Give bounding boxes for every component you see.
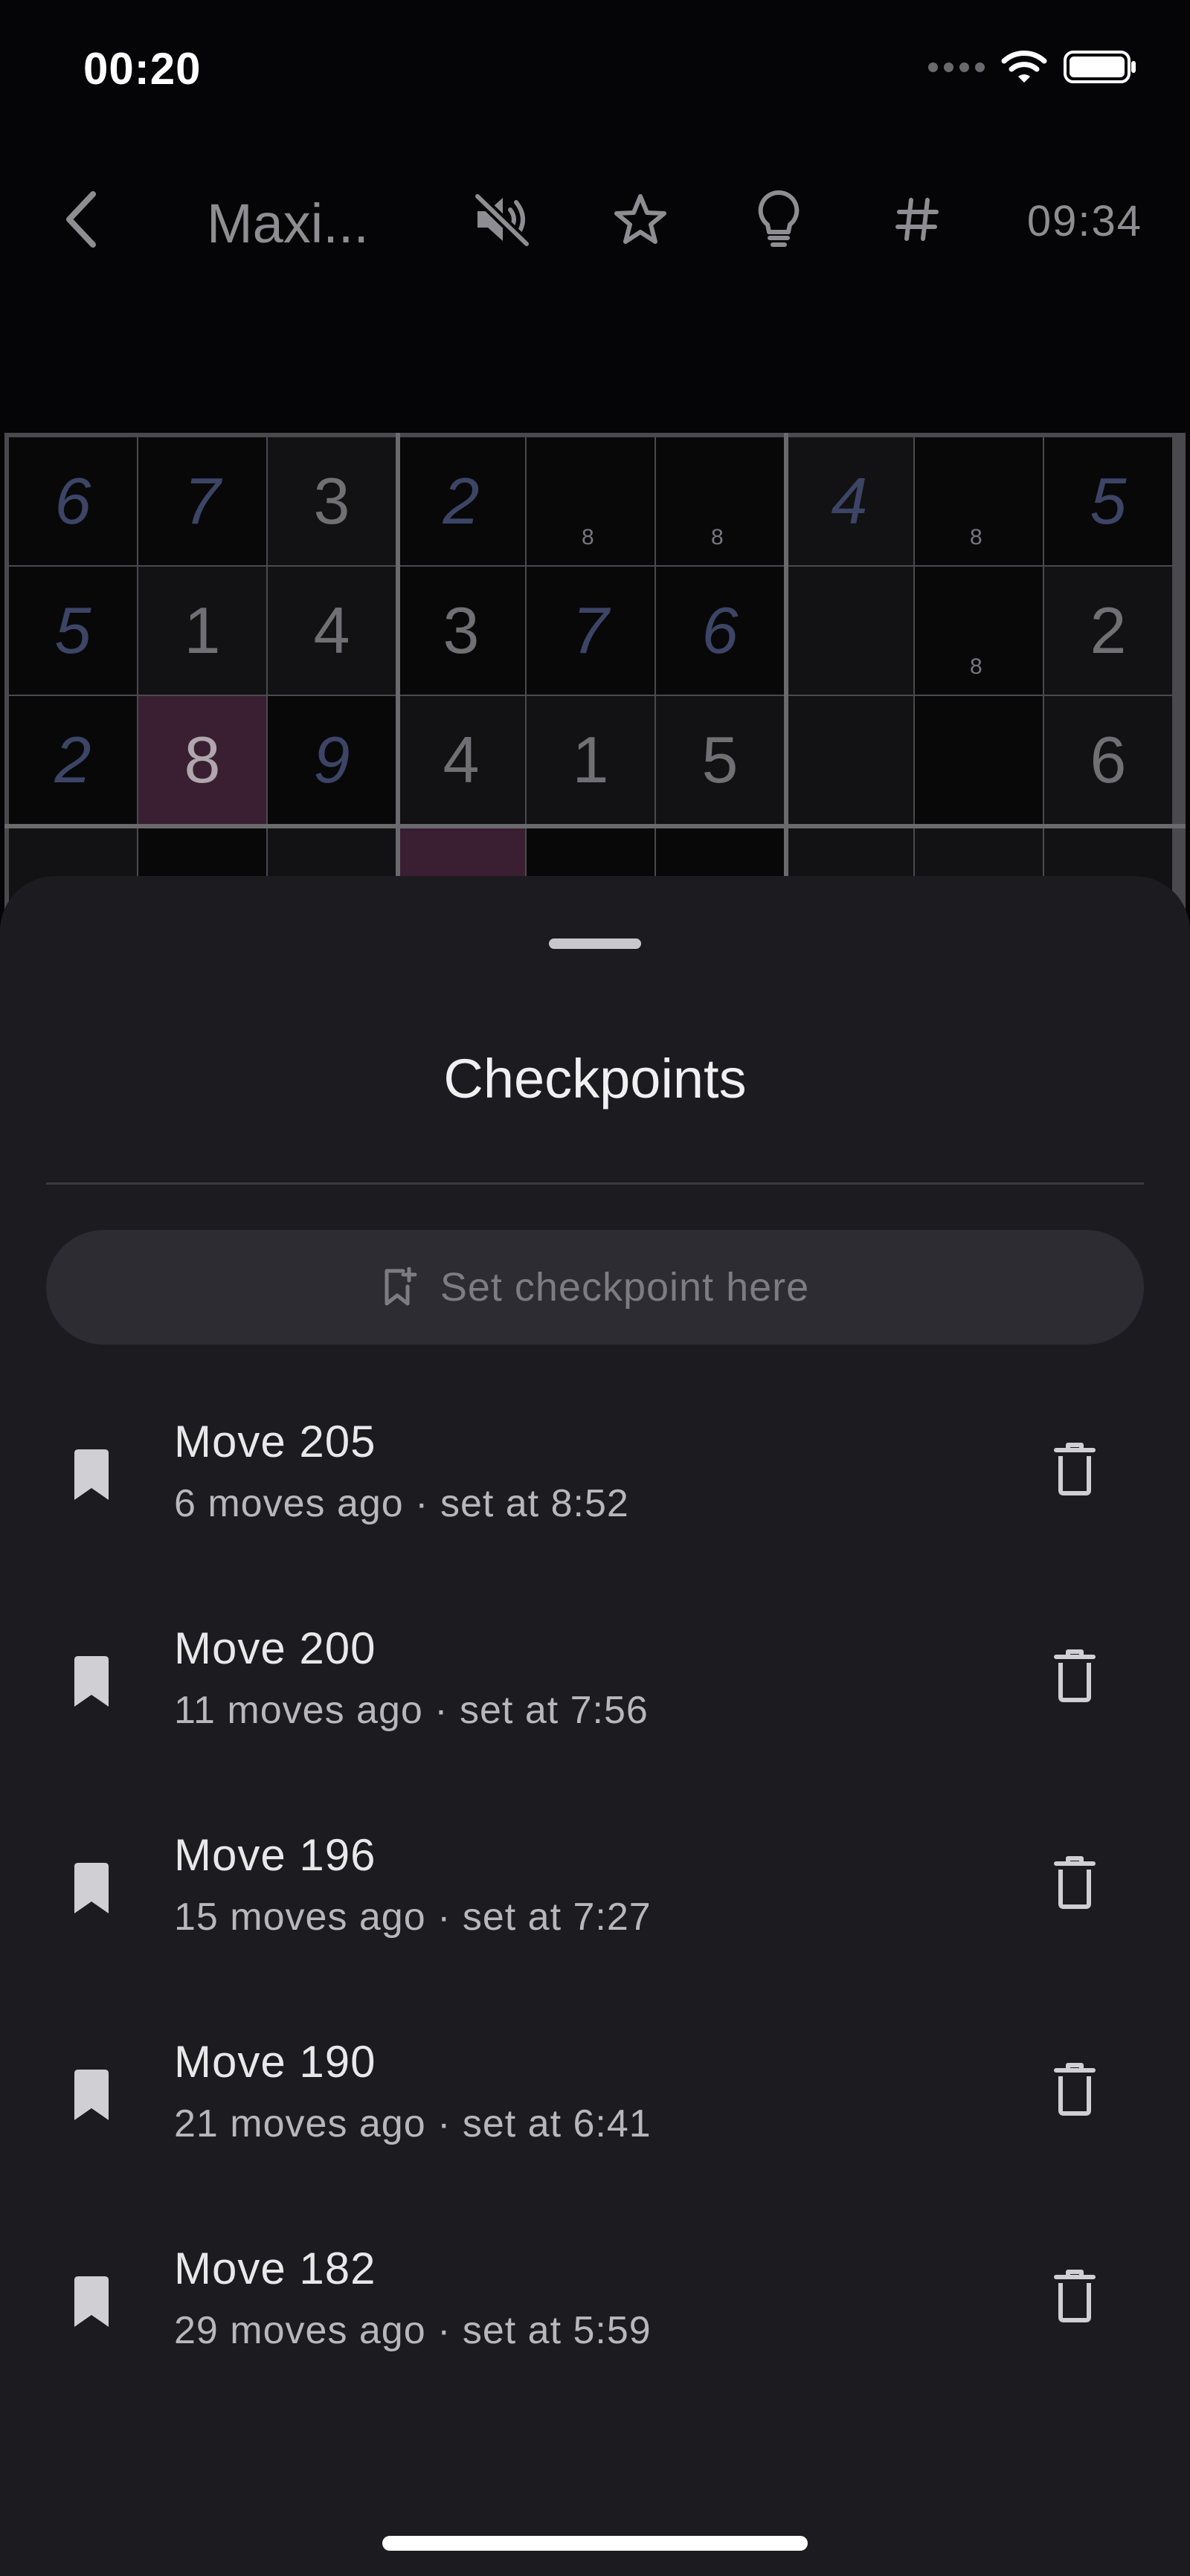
board-cell[interactable]: 8 xyxy=(656,437,784,565)
checkpoint-name: Move 200 xyxy=(174,1623,376,1673)
board-cell[interactable]: 5 xyxy=(1044,437,1172,565)
checkpoint-item[interactable]: Move 190 21 moves ago · set at 6:41 xyxy=(0,2008,1190,2215)
hash-icon xyxy=(895,198,939,241)
board-cell[interactable]: 8 xyxy=(915,567,1043,695)
trash-icon xyxy=(1054,1443,1096,1495)
checkpoint-meta: 11 moves ago · set at 7:56 xyxy=(174,1689,649,1732)
status-bar: 00:20 xyxy=(0,0,1190,141)
hint-button[interactable] xyxy=(738,171,820,268)
divider xyxy=(46,1182,1144,1185)
bookmark-icon xyxy=(74,1449,109,1500)
board-cell[interactable]: 1 xyxy=(138,567,266,695)
sheet-drag-handle[interactable] xyxy=(549,938,641,949)
trash-icon xyxy=(1054,1856,1096,1909)
home-indicator[interactable] xyxy=(382,2536,808,2551)
delete-checkpoint-button[interactable] xyxy=(1041,1428,1108,1510)
selected-board-cell[interactable]: 8 xyxy=(138,696,266,824)
board-cell[interactable]: 6 xyxy=(1044,696,1172,824)
checkpoint-item[interactable]: Move 196 15 moves ago · set at 7:27 xyxy=(0,1801,1190,2008)
candidate-note: 8 xyxy=(582,525,594,550)
volume-off-icon xyxy=(473,192,531,247)
trash-icon xyxy=(1054,1649,1096,1702)
delete-checkpoint-button[interactable] xyxy=(1041,2048,1108,2130)
bookmark-icon xyxy=(74,2070,109,2120)
board-cell[interactable] xyxy=(915,696,1043,824)
checkpoint-meta: 21 moves ago · set at 6:41 xyxy=(174,2102,652,2145)
trash-icon xyxy=(1054,2270,1096,2322)
checkpoint-list: Move 205 6 moves ago · set at 8:52 Move … xyxy=(0,1388,1190,2421)
board-cell[interactable]: 7 xyxy=(527,567,654,695)
set-checkpoint-label: Set checkpoint here xyxy=(440,1265,810,1310)
notes-button[interactable] xyxy=(876,171,958,268)
checkpoint-meta: 15 moves ago · set at 7:27 xyxy=(174,1896,652,1939)
checkpoint-name: Move 182 xyxy=(174,2244,376,2293)
app-bar: Maxi... 09:34 xyxy=(0,171,1190,268)
checkpoint-name: Move 190 xyxy=(174,2037,376,2087)
wifi-icon xyxy=(1001,51,1047,83)
board-frame: 6 7 3 2 8 8 4 8 5 5 1 4 3 7 6 8 2 2 8 9 … xyxy=(4,433,1186,953)
board-cell[interactable]: 6 xyxy=(656,567,784,695)
board-cell[interactable]: 5 xyxy=(656,696,784,824)
checkpoint-item[interactable]: Move 205 6 moves ago · set at 8:52 xyxy=(0,1388,1190,1594)
cellular-signal-icon xyxy=(928,62,985,72)
checkpoint-name: Move 205 xyxy=(174,1417,376,1466)
checkpoint-meta: 6 moves ago · set at 8:52 xyxy=(174,1482,629,1525)
battery-icon xyxy=(1064,51,1136,83)
bookmark-icon xyxy=(74,2276,109,2327)
candidate-note: 8 xyxy=(711,525,724,550)
board-cell[interactable]: 6 xyxy=(9,437,137,565)
puzzle-title: Maxi... xyxy=(207,193,369,254)
bookmark-add-icon xyxy=(385,1267,417,1306)
sudoku-board: 6 7 3 2 8 8 4 8 5 5 1 4 3 7 6 8 2 2 8 9 … xyxy=(0,433,1190,953)
delete-checkpoint-button[interactable] xyxy=(1041,2255,1108,2337)
board-cell[interactable]: 2 xyxy=(9,696,137,824)
checkpoint-item[interactable]: Move 182 29 moves ago · set at 5:59 xyxy=(0,2215,1190,2421)
board-cell[interactable]: 2 xyxy=(397,437,525,565)
board-cell[interactable]: 3 xyxy=(268,437,396,565)
board-cell[interactable]: 4 xyxy=(397,696,525,824)
favorite-button[interactable] xyxy=(599,171,681,268)
board-cell[interactable]: 4 xyxy=(268,567,396,695)
box-divider xyxy=(784,433,788,953)
mute-button[interactable] xyxy=(461,171,543,268)
board-cell[interactable]: 1 xyxy=(527,696,654,824)
trash-icon xyxy=(1054,2063,1096,2116)
sheet-title: Checkpoints xyxy=(443,1048,747,1110)
board-cell[interactable]: 2 xyxy=(1044,567,1172,695)
candidate-note: 8 xyxy=(970,525,982,550)
board-cell[interactable]: 9 xyxy=(268,696,396,824)
lightbulb-icon xyxy=(758,190,800,247)
board-cell[interactable]: 3 xyxy=(397,567,525,695)
bookmark-icon xyxy=(74,1656,109,1707)
checkpoint-name: Move 196 xyxy=(174,1830,376,1880)
checkpoints-sheet: Checkpoints Set checkpoint here Move 205… xyxy=(0,876,1190,2576)
board-cell[interactable]: 4 xyxy=(785,437,913,565)
box-divider xyxy=(396,433,400,953)
board-cell[interactable]: 7 xyxy=(138,437,266,565)
status-time: 00:20 xyxy=(83,44,202,94)
board-cell[interactable]: 8 xyxy=(915,437,1043,565)
game-timer: 09:34 xyxy=(1026,197,1142,245)
checkpoint-item[interactable]: Move 200 11 moves ago · set at 7:56 xyxy=(0,1594,1190,1801)
board-cell[interactable]: 8 xyxy=(527,437,654,565)
set-checkpoint-button[interactable]: Set checkpoint here xyxy=(46,1230,1144,1345)
status-icons xyxy=(928,49,1138,85)
box-divider xyxy=(4,824,1186,828)
candidate-note: 8 xyxy=(970,654,982,679)
star-outline-icon xyxy=(614,194,666,244)
board-cell[interactable]: 5 xyxy=(9,567,137,695)
bookmark-icon xyxy=(74,1863,109,1913)
delete-checkpoint-button[interactable] xyxy=(1041,1841,1108,1923)
delete-checkpoint-button[interactable] xyxy=(1041,1635,1108,1716)
checkpoint-meta: 29 moves ago · set at 5:59 xyxy=(174,2309,652,2352)
board-cell[interactable] xyxy=(785,696,913,824)
board-cell[interactable] xyxy=(785,567,913,695)
back-button[interactable] xyxy=(45,171,119,268)
chevron-left-icon xyxy=(66,191,96,248)
